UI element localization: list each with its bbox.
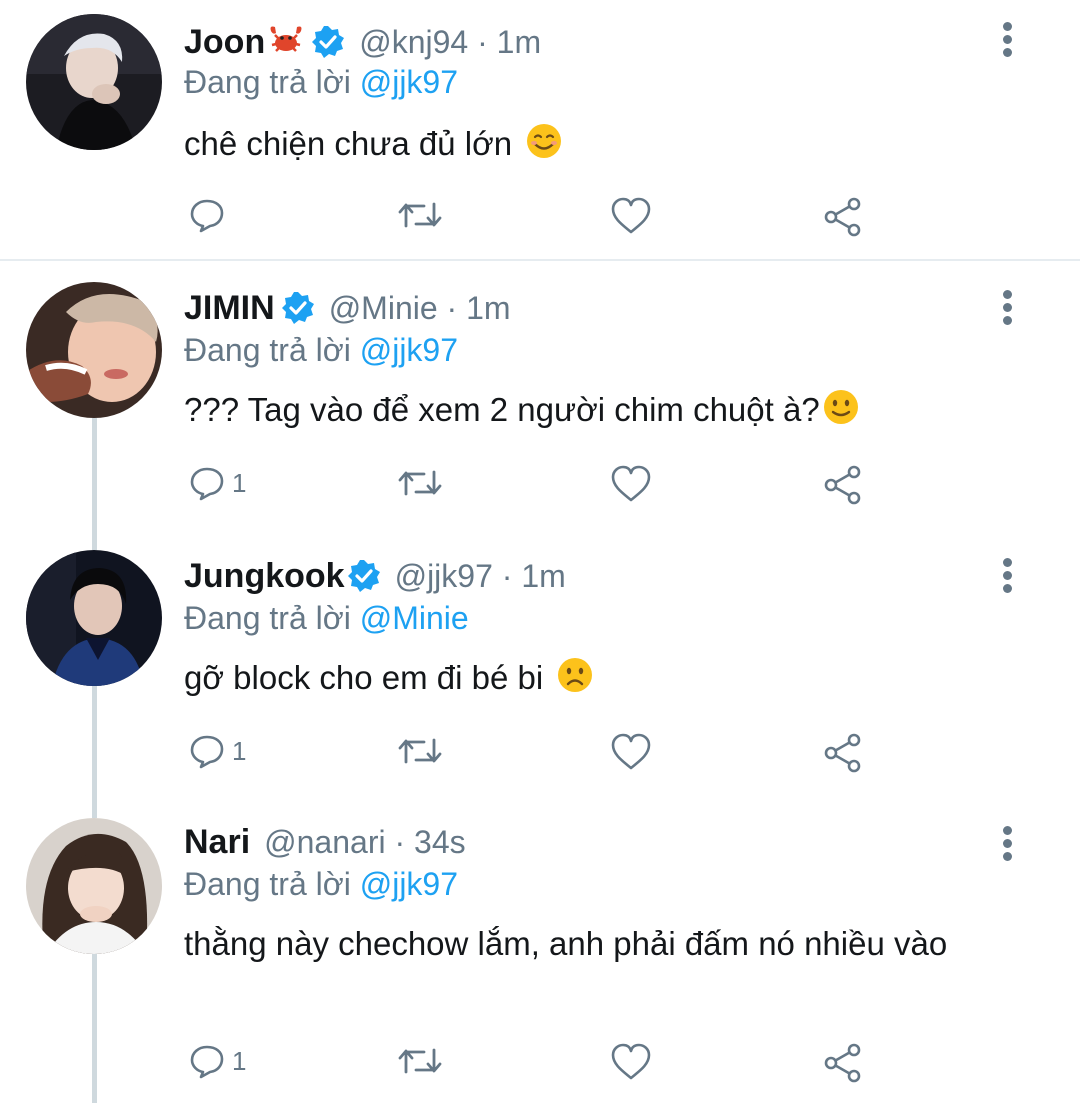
reply-count: 1 — [232, 735, 247, 766]
reply-button[interactable] — [188, 196, 232, 234]
smiling-face-emoji — [525, 122, 563, 171]
reply-icon — [190, 467, 224, 501]
verified-badge-icon — [281, 291, 315, 325]
retweet-button[interactable] — [396, 1042, 444, 1080]
replying-to: Đang trả lời @Minie — [184, 600, 469, 637]
mention-link[interactable]: @jjk97 — [360, 332, 458, 368]
share-button[interactable] — [822, 196, 864, 238]
retweet-button[interactable] — [396, 464, 444, 502]
display-name[interactable]: Nari — [184, 823, 250, 862]
share-icon — [824, 465, 861, 505]
more-vertical-icon[interactable] — [996, 288, 1020, 328]
verified-badge-icon — [311, 25, 345, 59]
reply-icon — [190, 735, 224, 769]
handle-time[interactable]: @jjk97 · 1m — [395, 558, 566, 595]
like-button[interactable] — [610, 732, 652, 772]
tweet-text: thằng này chechow lắm, anh phải đấm nó n… — [184, 922, 984, 966]
mention-link[interactable]: @Minie — [360, 600, 469, 636]
like-icon — [611, 465, 651, 502]
like-icon — [611, 733, 651, 770]
tweet[interactable]: JIMIN @Minie · 1m Đang trả lời @jjk97 ??… — [0, 262, 1080, 526]
tweet[interactable]: Joon @knj94 · 1m Đang trả lời @jjk97 chê… — [0, 0, 1080, 260]
reply-button[interactable]: 1 — [188, 732, 246, 770]
like-button[interactable] — [610, 464, 652, 504]
tweet-body: ??? Tag vào để xem 2 người chim chuột à? — [184, 391, 820, 429]
tweet[interactable]: Nari @nanari · 34s Đang trả lời @jjk97 t… — [0, 798, 1080, 1103]
retweet-button[interactable] — [396, 196, 444, 234]
divider — [0, 259, 1080, 261]
like-icon — [611, 1043, 651, 1080]
handle-time[interactable]: @nanari · 34s — [264, 824, 465, 861]
share-icon — [824, 733, 861, 773]
like-button[interactable] — [610, 1042, 652, 1082]
avatar[interactable] — [26, 14, 162, 150]
tweet-text: ??? Tag vào để xem 2 người chim chuột à? — [184, 388, 1004, 437]
reply-prefix: Đang trả lời — [184, 866, 360, 902]
avatar[interactable] — [26, 550, 162, 686]
reply-count: 1 — [232, 1045, 247, 1076]
share-icon — [824, 1043, 861, 1083]
reply-icon — [190, 199, 224, 233]
tweet[interactable]: Jungkook @jjk97 · 1m Đang trả lời @Minie… — [0, 530, 1080, 796]
share-button[interactable] — [822, 1042, 864, 1084]
tweet-text: gỡ block cho em đi bé bi — [184, 656, 1004, 705]
reply-prefix: Đang trả lời — [184, 64, 360, 100]
reply-button[interactable]: 1 — [188, 1042, 246, 1080]
reply-count: 1 — [232, 467, 247, 498]
reply-button[interactable]: 1 — [188, 464, 246, 502]
handle-time[interactable]: @Minie · 1m — [329, 290, 511, 327]
display-name[interactable]: Joon — [184, 23, 265, 62]
slightly-smiling-face-emoji — [822, 388, 860, 437]
like-button[interactable] — [610, 196, 652, 236]
retweet-icon — [398, 1048, 442, 1074]
display-name[interactable]: Jungkook — [184, 557, 345, 596]
tweet-text: chê chiện chưa đủ lớn — [184, 122, 1004, 171]
mention-link[interactable]: @jjk97 — [360, 866, 458, 902]
retweet-icon — [398, 202, 442, 228]
avatar[interactable] — [26, 282, 162, 418]
share-button[interactable] — [822, 464, 864, 506]
frowning-face-emoji — [556, 656, 594, 705]
reply-icon — [190, 1045, 224, 1079]
replying-to: Đang trả lời @jjk97 — [184, 64, 458, 101]
reply-prefix: Đang trả lời — [184, 600, 360, 636]
handle-time[interactable]: @knj94 · 1m — [359, 24, 541, 61]
more-vertical-icon[interactable] — [996, 20, 1020, 60]
display-name[interactable]: JIMIN — [184, 289, 275, 328]
more-vertical-icon[interactable] — [996, 824, 1020, 864]
verified-badge-icon — [347, 559, 381, 593]
mention-link[interactable]: @jjk97 — [360, 64, 458, 100]
avatar[interactable] — [26, 818, 162, 954]
crab-emoji — [267, 25, 305, 60]
reply-prefix: Đang trả lời — [184, 332, 360, 368]
tweet-body: chê chiện chưa đủ lớn — [184, 125, 513, 163]
tweet-body: gỡ block cho em đi bé bi — [184, 659, 544, 697]
retweet-icon — [398, 470, 442, 496]
replying-to: Đang trả lời @jjk97 — [184, 866, 458, 903]
retweet-icon — [398, 738, 442, 764]
tweet-body: thằng này chechow lắm, anh phải đấm nó n… — [184, 925, 948, 962]
share-icon — [824, 197, 861, 237]
more-vertical-icon[interactable] — [996, 556, 1020, 596]
share-button[interactable] — [822, 732, 864, 774]
retweet-button[interactable] — [396, 732, 444, 770]
replying-to: Đang trả lời @jjk97 — [184, 332, 458, 369]
like-icon — [611, 197, 651, 234]
